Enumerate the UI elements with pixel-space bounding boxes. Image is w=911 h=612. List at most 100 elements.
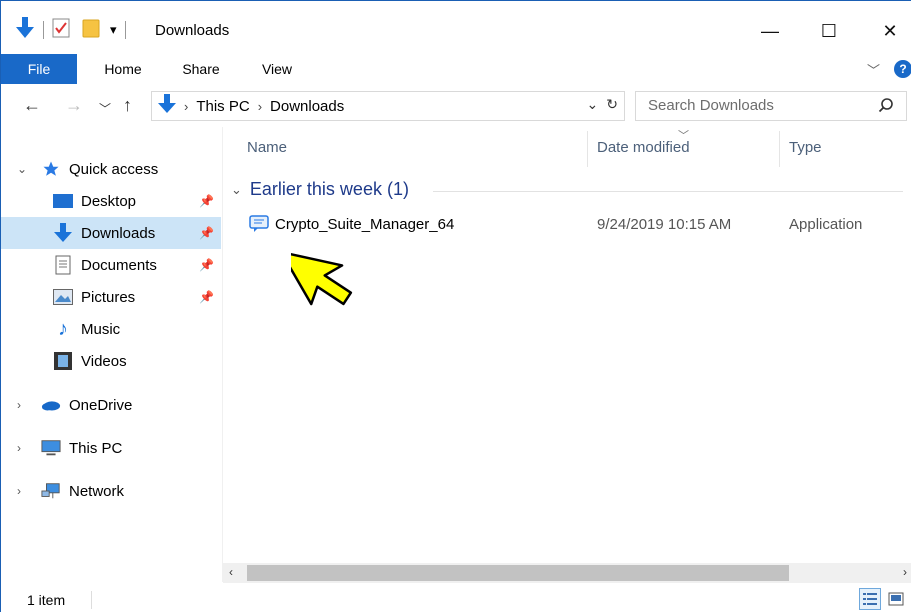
navigation-pane: ⌄ Quick access Desktop 📌 Downloads 📌 Doc…: [1, 131, 221, 581]
nav-quick-access[interactable]: ⌄ Quick access: [1, 153, 221, 185]
desktop-icon: [53, 191, 73, 211]
group-divider: [433, 191, 903, 192]
nav-item-label: Quick access: [69, 160, 159, 178]
nav-item-music[interactable]: ♪ Music: [1, 313, 221, 345]
collapsed-chevron-icon[interactable]: ›: [17, 484, 21, 498]
pin-icon: 📌: [199, 194, 214, 208]
group-header[interactable]: ⌄ Earlier this week (1): [231, 179, 409, 200]
breadcrumb-separator-icon: ›: [184, 98, 189, 114]
yellow-pointer-arrow-icon: [291, 250, 353, 306]
search-placeholder: Search Downloads: [648, 97, 774, 114]
nav-item-downloads[interactable]: Downloads 📌: [1, 217, 221, 249]
group-collapse-chevron-icon[interactable]: ⌄: [231, 182, 242, 198]
status-divider: [91, 591, 92, 609]
window-title: Downloads: [155, 22, 230, 39]
nav-item-label: Videos: [81, 352, 127, 370]
collapsed-chevron-icon[interactable]: ›: [17, 398, 21, 412]
item-count: 1 item: [27, 592, 66, 608]
search-input[interactable]: Search Downloads: [635, 91, 907, 121]
application-icon: [249, 215, 269, 237]
column-header-name[interactable]: Name: [247, 139, 287, 156]
document-icon: [53, 255, 73, 275]
nav-item-onedrive[interactable]: › OneDrive: [1, 389, 221, 421]
nav-item-label: Music: [81, 320, 121, 338]
search-icon[interactable]: [878, 92, 894, 130]
nav-item-desktop[interactable]: Desktop 📌: [1, 185, 221, 217]
details-view-icon[interactable]: [859, 588, 881, 610]
nav-item-label: Documents: [81, 256, 157, 274]
minimize-button[interactable]: —: [747, 13, 793, 49]
chevron-down-icon[interactable]: ﹀: [867, 60, 880, 79]
nav-item-network[interactable]: › Network: [1, 475, 221, 507]
ribbon-tabs: File Home Share View ﹀ ?: [1, 54, 911, 84]
scrollbar-thumb[interactable]: [247, 565, 789, 581]
status-bar: 1 item: [1, 585, 911, 612]
horizontal-scrollbar[interactable]: ‹ ›: [223, 563, 911, 583]
film-strip-icon: [53, 351, 73, 371]
title-bar: ▾ Downloads — ☐ ✕: [1, 1, 911, 53]
downloads-arrow-icon[interactable]: [15, 17, 35, 43]
network-icon: [41, 481, 61, 501]
music-note-icon: ♪: [58, 317, 68, 340]
computer-icon: [41, 438, 61, 458]
scroll-left-arrow-icon[interactable]: ‹: [229, 565, 233, 579]
column-divider[interactable]: [779, 131, 780, 167]
star-icon: [41, 159, 61, 179]
address-history-chevron-icon[interactable]: ⌄: [587, 96, 599, 113]
column-divider[interactable]: [587, 131, 588, 167]
downloads-location-icon: [158, 94, 176, 118]
forward-arrow-icon[interactable]: →: [65, 95, 83, 116]
tab-file[interactable]: File: [1, 54, 77, 84]
large-icons-view-icon[interactable]: [885, 588, 907, 610]
file-type: Application: [789, 216, 863, 233]
navigation-bar: ← → ﹀ ↑ › This PC › Downloads ⌄ ↻ Search…: [1, 87, 911, 127]
nav-item-documents[interactable]: Documents 📌: [1, 249, 221, 281]
pictures-icon: [53, 287, 73, 307]
maximize-button[interactable]: ☐: [806, 13, 852, 49]
pin-icon: 📌: [199, 290, 214, 304]
tab-share[interactable]: Share: [165, 54, 237, 84]
breadcrumb-this-pc[interactable]: This PC: [196, 98, 249, 115]
column-header-type[interactable]: Type: [789, 139, 822, 156]
file-name: Crypto_Suite_Manager_64: [275, 216, 455, 233]
help-icon[interactable]: ?: [894, 60, 911, 78]
address-actions: ⌄ ↻: [587, 96, 618, 113]
collapsed-chevron-icon[interactable]: ›: [17, 441, 21, 455]
breadcrumb-downloads[interactable]: Downloads: [270, 98, 344, 115]
cloud-icon: [41, 395, 61, 415]
quick-access-toolbar: ▾: [15, 17, 134, 43]
group-label: Earlier this week (1): [249, 179, 409, 199]
downloads-arrow-icon: [53, 223, 73, 243]
tab-home[interactable]: Home: [87, 54, 159, 84]
breadcrumb-separator-icon: ›: [257, 98, 263, 114]
nav-item-label: Downloads: [81, 224, 156, 242]
explorer-window: ▾ Downloads — ☐ ✕ File Home Share View ﹀…: [0, 0, 911, 612]
recent-locations-chevron-icon[interactable]: ﹀: [99, 100, 111, 117]
toolbar-divider: [43, 21, 44, 39]
address-bar[interactable]: › This PC › Downloads ⌄ ↻: [151, 91, 625, 121]
column-header-date-modified[interactable]: Date modified: [597, 139, 690, 156]
expanded-chevron-icon[interactable]: ⌄: [17, 162, 27, 176]
refresh-icon[interactable]: ↻: [606, 96, 618, 113]
nav-item-label: Network: [69, 482, 125, 500]
properties-icon[interactable]: [52, 18, 70, 42]
nav-item-pictures[interactable]: Pictures 📌: [1, 281, 221, 313]
tab-view[interactable]: View: [241, 54, 313, 84]
new-folder-icon[interactable]: [82, 18, 100, 42]
pin-icon: 📌: [199, 226, 214, 240]
nav-item-videos[interactable]: Videos: [1, 345, 221, 377]
file-list: ﹀ Name Date modified Type ⌄ Earlier this…: [223, 127, 911, 582]
file-date-modified: 9/24/2019 10:15 AM: [597, 216, 732, 233]
nav-item-label: Pictures: [81, 288, 136, 306]
close-button[interactable]: ✕: [867, 13, 911, 49]
pin-icon: 📌: [199, 258, 214, 272]
nav-item-label: OneDrive: [69, 396, 133, 414]
up-arrow-icon[interactable]: ↑: [123, 95, 132, 116]
nav-item-this-pc[interactable]: › This PC: [1, 432, 221, 464]
scroll-right-arrow-icon[interactable]: ›: [903, 565, 907, 579]
nav-item-label: This PC: [69, 439, 123, 457]
nav-item-label: Desktop: [81, 192, 137, 210]
toolbar-divider: [124, 21, 126, 39]
customize-toolbar-dropdown[interactable]: ▾: [110, 22, 117, 38]
back-arrow-icon[interactable]: ←: [23, 95, 41, 116]
